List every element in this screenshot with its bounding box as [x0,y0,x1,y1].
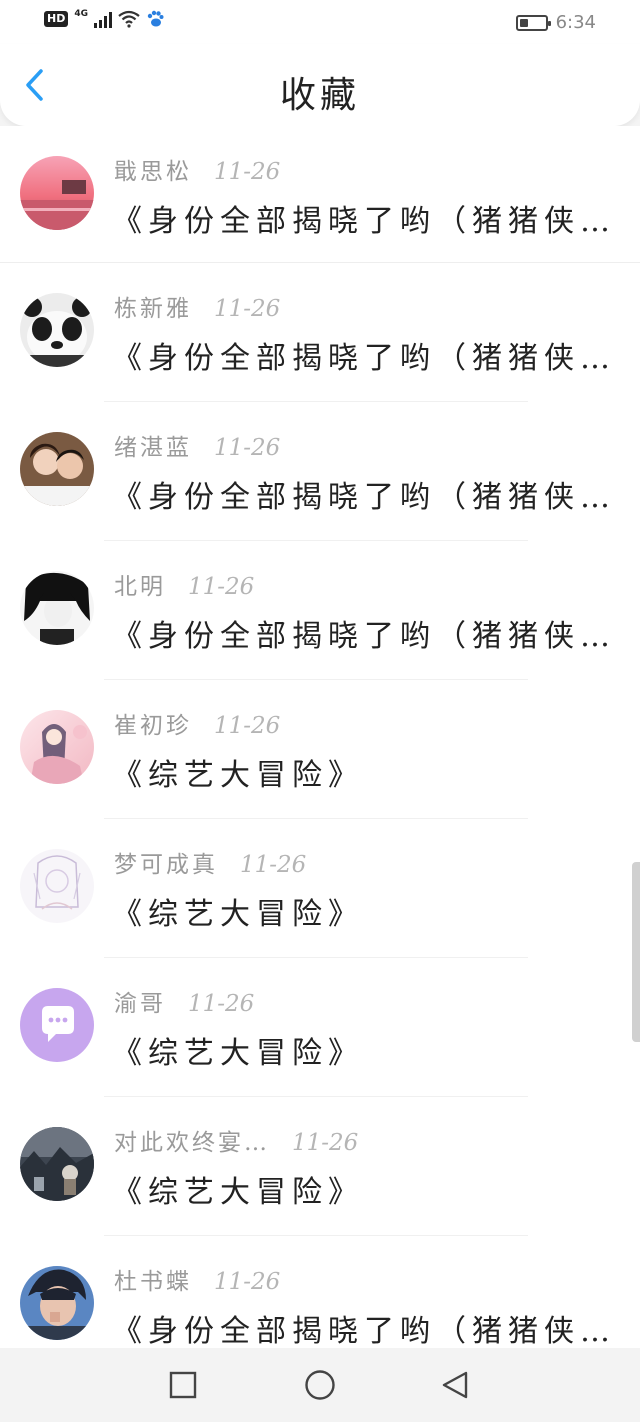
list-item[interactable]: 杜书蝶 11-26 《身份全部揭晓了哟（猪猪侠… [0,1236,640,1348]
status-bar: HD 4G 6:34 [0,0,640,44]
list-item[interactable]: 崔初珍 11-26 《综艺大冒险》 [0,680,640,819]
item-date: 11-26 [214,1269,281,1295]
triangle-back-icon [442,1371,468,1399]
user-name: 绪湛蓝 [114,435,192,461]
list-item[interactable]: 梦可成真 11-26 《综艺大冒险》 [0,819,640,958]
avatar [20,156,94,230]
list-item[interactable]: 戢思松 11-26 《身份全部揭晓了哟（猪猪侠… [0,126,640,263]
status-right: 6:34 [515,12,596,33]
scenery-photo [20,1127,94,1201]
user-name: 戢思松 [114,159,192,185]
battery-level [519,18,528,27]
item-content: 《身份全部揭晓了哟（猪猪侠… [112,204,612,239]
item-content: 《综艺大冒险》 [112,758,364,793]
user-name: 崔初珍 [114,713,192,739]
item-meta: 崔初珍 11-26 [114,706,280,740]
square-icon [169,1371,197,1399]
chat-bubble-icon [20,988,94,1062]
list-item[interactable]: 北明 11-26 《身份全部揭晓了哟（猪猪侠… [0,541,640,680]
item-meta: 栋新雅 11-26 [114,289,280,323]
item-content: 《综艺大冒险》 [112,1175,364,1210]
item-content: 《综艺大冒险》 [112,897,364,932]
list-item[interactable]: 绪湛蓝 11-26 《身份全部揭晓了哟（猪猪侠… [0,402,640,541]
list-item[interactable]: 栋新雅 11-26 《身份全部揭晓了哟（猪猪侠… [0,263,640,402]
item-content: 《身份全部揭晓了哟（猪猪侠… [112,480,612,515]
list-item[interactable]: 对此欢终宴… 11-26 《综艺大冒险》 [0,1097,640,1236]
user-name: 对此欢终宴… [114,1130,270,1156]
user-name: 栋新雅 [114,296,192,322]
panda-photo [20,293,94,367]
system-navbar [0,1348,640,1422]
couple-photo [20,432,94,506]
anime-pink-photo [20,710,94,784]
anime-dark-photo [20,571,94,645]
baidu-paw-icon [147,10,164,27]
user-name: 北明 [114,574,166,600]
item-content: 《综艺大冒险》 [112,1036,364,1071]
item-content: 《身份全部揭晓了哟（猪猪侠… [112,619,612,654]
anime-sketch-photo [20,849,94,923]
avatar [20,1266,94,1340]
item-date: 11-26 [214,435,281,461]
clock: 6:34 [555,12,596,33]
avatar [20,293,94,367]
network-type: 4G [74,9,88,19]
user-name: 杜书蝶 [114,1269,192,1295]
item-date: 11-26 [214,159,281,185]
item-date: 11-26 [240,852,307,878]
portrait-photo [20,1266,94,1340]
item-date: 11-26 [292,1130,359,1156]
avatar [20,849,94,923]
item-content: 《身份全部揭晓了哟（猪猪侠… [112,341,612,376]
recent-apps-button[interactable] [166,1368,200,1402]
scrollbar[interactable] [632,862,640,1042]
item-date: 11-26 [188,574,255,600]
battery-icon [515,14,551,31]
avatar [20,988,94,1062]
wifi-icon [118,10,140,28]
status-indicators: HD 4G [44,9,164,28]
item-meta: 对此欢终宴… 11-26 [114,1123,358,1157]
circle-icon [305,1370,335,1400]
hd-badge: HD [44,11,69,27]
item-meta: 戢思松 11-26 [114,152,280,186]
item-date: 11-26 [214,713,281,739]
item-meta: 绪湛蓝 11-26 [114,428,280,462]
avatar [20,571,94,645]
item-meta: 杜书蝶 11-26 [114,1262,280,1296]
favorites-list: 戢思松 11-26 《身份全部揭晓了哟（猪猪侠… 栋新雅 11-26 《身份全部… [0,126,640,1348]
user-name: 渝哥 [114,991,166,1017]
page-title: 收藏 [279,75,360,116]
item-meta: 渝哥 11-26 [114,984,254,1018]
sunset-photo [20,156,94,230]
list-item[interactable]: 渝哥 11-26 《综艺大冒险》 [0,958,640,1097]
item-meta: 梦可成真 11-26 [114,845,306,879]
home-button[interactable] [303,1368,337,1402]
avatar [20,710,94,784]
item-date: 11-26 [214,296,281,322]
header: 收藏 [0,44,640,126]
avatar [20,432,94,506]
item-meta: 北明 11-26 [114,567,254,601]
item-date: 11-26 [188,991,255,1017]
avatar [20,1127,94,1201]
nav-back-button[interactable] [438,1368,472,1402]
user-name: 梦可成真 [114,852,218,878]
signal-icon [94,10,112,28]
item-content: 《身份全部揭晓了哟（猪猪侠… [112,1314,612,1348]
